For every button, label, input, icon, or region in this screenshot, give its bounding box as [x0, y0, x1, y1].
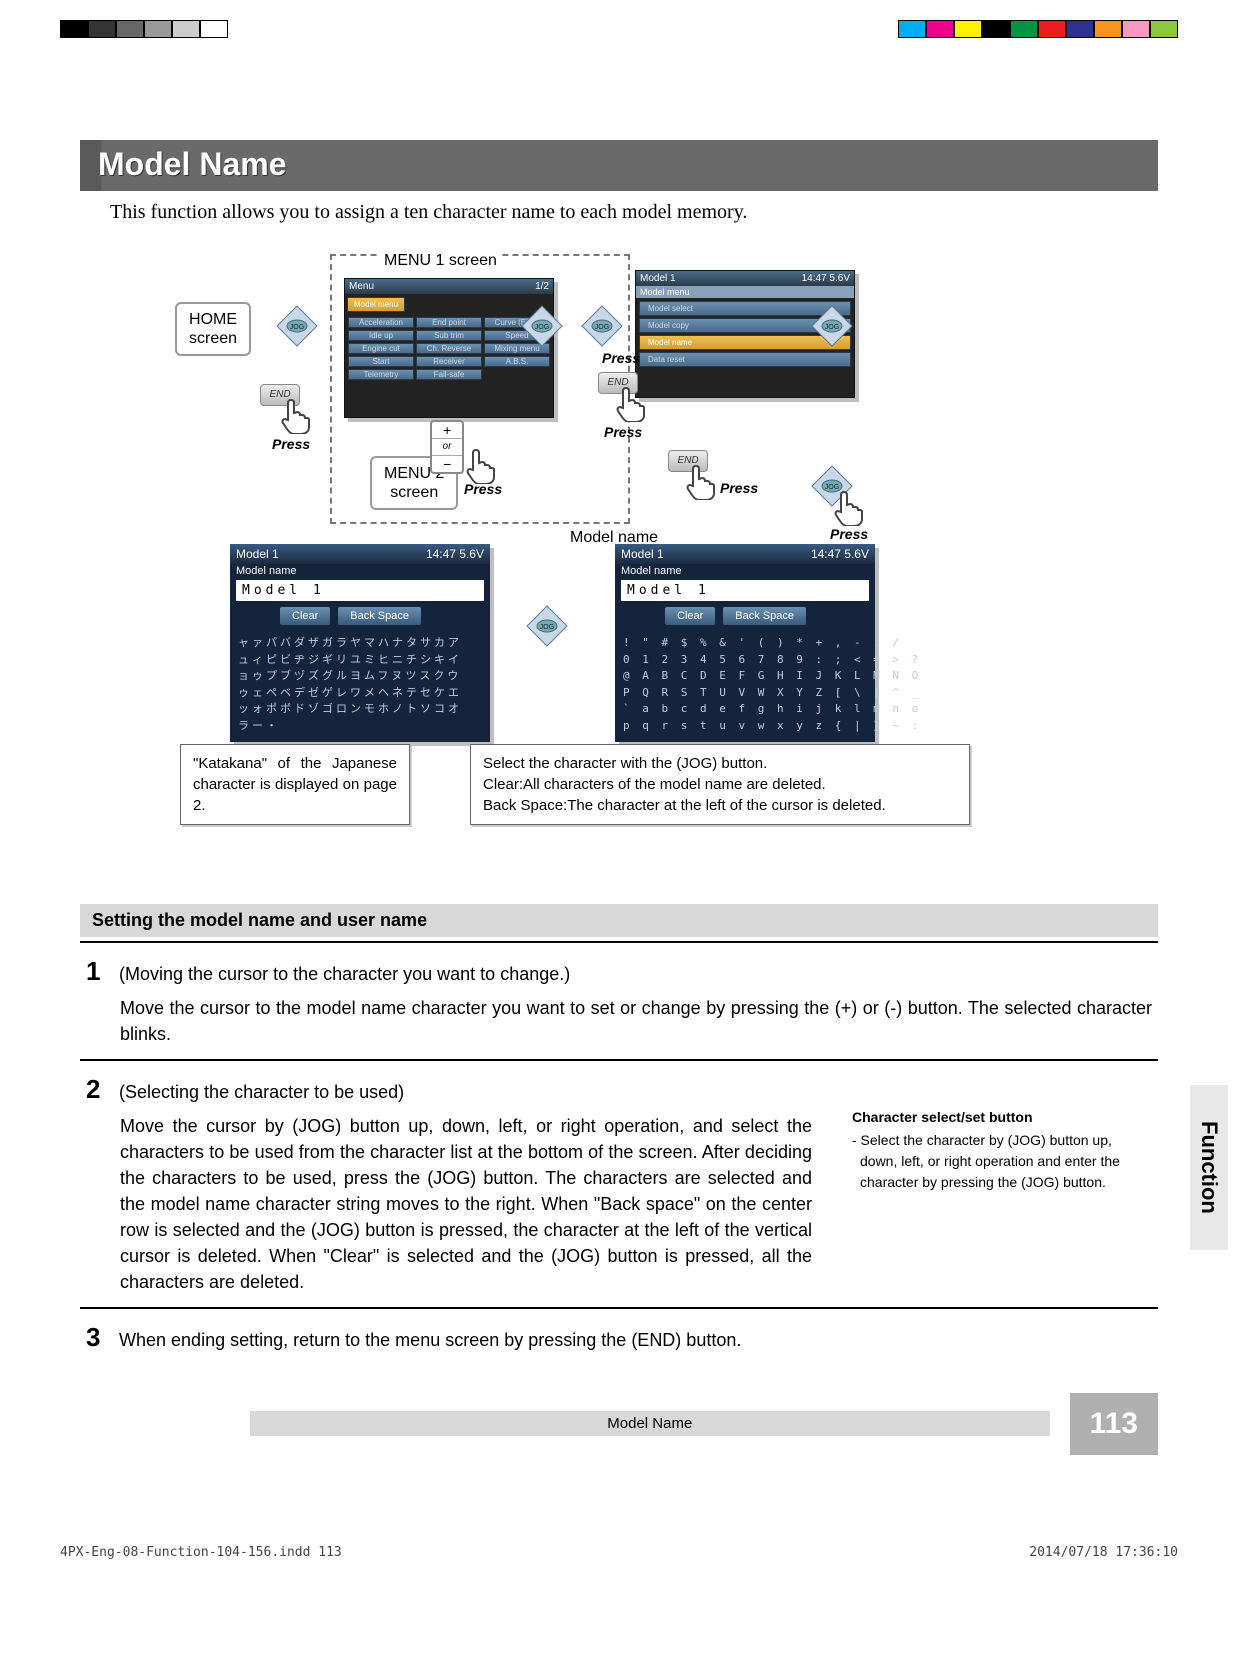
- name-input-field: Model 1: [621, 580, 869, 601]
- model-menu-header: Model 1: [640, 273, 676, 284]
- svg-text:JOG: JOG: [290, 324, 304, 331]
- annotation-controls: Select the character with the (JOG) butt…: [470, 744, 970, 825]
- jog-icon: JOG: [580, 304, 624, 348]
- section-header: Setting the model name and user name: [80, 904, 1158, 937]
- annotation-katakana: "Katakana" of the Japanese character is …: [180, 744, 410, 825]
- grayscale-bar: [60, 20, 228, 50]
- page-footer: Model Name 113: [80, 1393, 1158, 1455]
- step-number: 3: [86, 1319, 114, 1357]
- menu1-selected-item: Model menu: [347, 297, 405, 312]
- plus-icon: +: [432, 422, 462, 439]
- menu1-label: MENU 1 screen: [380, 252, 501, 270]
- step-side-note: Character select/set button - Select the…: [852, 1071, 1152, 1295]
- annotation-line: Back Space:The character at the left of …: [483, 795, 957, 816]
- imprint-file: 4PX-Eng-08-Function-104-156.indd 113: [60, 1545, 342, 1560]
- menu1-cell: Fail-safe: [416, 369, 482, 380]
- step-2: 2 (Selecting the character to be used) M…: [80, 1059, 1158, 1307]
- hand-icon: [828, 486, 868, 526]
- page-number: 113: [1070, 1393, 1158, 1455]
- step-body: Move the cursor to the model name charac…: [120, 995, 1152, 1047]
- or-label: or: [432, 439, 462, 456]
- hand-icon: [275, 394, 315, 434]
- name-sublabel: Model name: [615, 564, 875, 578]
- side-note-body: - Select the character by (JOG) button u…: [852, 1130, 1152, 1193]
- char-grid-katakana: ャァパバダザガラヤマハナタサカア ュィピビヂジギリユミヒニチシキイ ョゥプブヅズ…: [230, 631, 490, 742]
- footer-label: Model Name: [250, 1411, 1050, 1436]
- print-registration-marks: [0, 20, 1238, 50]
- function-side-tab: Function: [1190, 1085, 1228, 1250]
- press-label: Press: [272, 436, 310, 452]
- name-header-left: Model 1: [236, 547, 279, 561]
- press-label: Press: [602, 350, 640, 366]
- color-bar: [898, 20, 1178, 50]
- backspace-button: Back Space: [338, 607, 421, 625]
- menu1-cell: Sub trim: [416, 330, 482, 341]
- side-note-head: Character select/set button: [852, 1107, 1152, 1128]
- annotation-line: Clear:All characters of the model name a…: [483, 774, 957, 795]
- backspace-button: Back Space: [723, 607, 806, 625]
- menu1-cell: A.B.S.: [484, 356, 550, 367]
- svg-text:JOG: JOG: [540, 624, 554, 631]
- steps-list: 1 (Moving the cursor to the character yo…: [80, 941, 1158, 1369]
- menu1-cell: Start: [348, 356, 414, 367]
- menu1-header: Menu: [349, 281, 374, 292]
- menu1-cell: Telemetry: [348, 369, 414, 380]
- hand-icon: [610, 382, 650, 422]
- svg-text:JOG: JOG: [825, 324, 839, 331]
- name-header-right: 14:47 5.6V: [811, 547, 869, 561]
- svg-text:JOG: JOG: [535, 324, 549, 331]
- char-grid-latin: ! " # $ % & ' ( ) * + , - . / 0 1 2 3 4 …: [615, 631, 875, 742]
- svg-text:JOG: JOG: [595, 324, 609, 331]
- press-label: Press: [464, 481, 502, 497]
- menu1-cell: Acceleration: [348, 317, 414, 328]
- model-menu-item: Data reset: [639, 352, 851, 367]
- clear-button: Clear: [665, 607, 715, 625]
- page-title: Model Name: [80, 140, 1158, 191]
- hand-icon: [460, 444, 500, 484]
- intro-text: This function allows you to assign a ten…: [110, 201, 1158, 224]
- imprint-line: 4PX-Eng-08-Function-104-156.indd 113 201…: [0, 1515, 1238, 1570]
- step-body: When ending setting, return to the menu …: [119, 1330, 741, 1350]
- menu1-cell: End point: [416, 317, 482, 328]
- name-input-field: Model 1: [236, 580, 484, 601]
- model-name-screen-katakana: Model 1 14:47 5.6V Model name Model 1 Cle…: [230, 544, 490, 742]
- hand-icon: [680, 460, 720, 500]
- clear-button: Clear: [280, 607, 330, 625]
- menu1-cell: Idle up: [348, 330, 414, 341]
- name-sublabel: Model name: [230, 564, 490, 578]
- model-name-screen-latin: Model 1 14:47 5.6V Model name Model 1 Cle…: [615, 544, 875, 742]
- name-header-right: 14:47 5.6V: [426, 547, 484, 561]
- minus-icon: −: [432, 456, 462, 472]
- menu1-cell: Receiver: [416, 356, 482, 367]
- model-menu-sub: Model menu: [636, 286, 854, 298]
- step-number: 1: [86, 953, 114, 991]
- jog-icon: JOG: [525, 604, 569, 648]
- home-screen-label: HOME screen: [175, 302, 251, 356]
- imprint-date: 2014/07/18 17:36:10: [1029, 1545, 1178, 1560]
- menu1-cell: Ch. Reverse: [416, 343, 482, 354]
- navigation-diagram: MENU 1 screen HOME screen Menu 1/2 Model …: [80, 254, 1158, 884]
- jog-icon: JOG: [275, 304, 319, 348]
- jog-icon: JOG: [810, 304, 854, 348]
- name-header-left: Model 1: [621, 547, 664, 561]
- press-label: Press: [720, 480, 758, 496]
- step-1: 1 (Moving the cursor to the character yo…: [80, 941, 1158, 1059]
- step-3: 3 When ending setting, return to the men…: [80, 1307, 1158, 1369]
- step-number: 2: [86, 1071, 114, 1109]
- annotation-line: Select the character with the (JOG) butt…: [483, 753, 957, 774]
- step-lead: (Selecting the character to be used): [119, 1082, 404, 1102]
- menu1-cell: Engine cut: [348, 343, 414, 354]
- model-menu-clock: 14:47 5.6V: [802, 273, 850, 284]
- step-body: Move the cursor by (JOG) button up, down…: [120, 1113, 812, 1296]
- menu1-page-indicator: 1/2: [535, 281, 549, 292]
- plus-minus-control: + or −: [430, 420, 464, 474]
- step-lead: (Moving the cursor to the character you …: [119, 964, 570, 984]
- jog-icon: JOG: [520, 304, 564, 348]
- press-label: Press: [830, 526, 868, 542]
- press-label: Press: [604, 424, 642, 440]
